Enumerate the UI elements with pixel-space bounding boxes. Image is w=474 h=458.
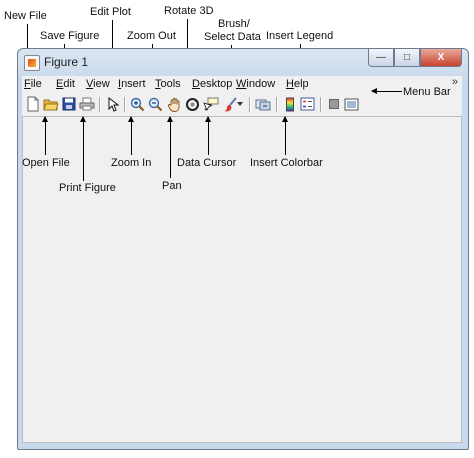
figure-toolbar — [22, 94, 462, 117]
menu-window[interactable]: Window — [236, 78, 275, 90]
insert-legend-button[interactable] — [299, 96, 315, 112]
link-plot-button[interactable] — [255, 96, 271, 112]
legend-icon — [300, 97, 314, 111]
arrow-pan — [167, 116, 173, 178]
menu-tools[interactable]: Tools — [155, 78, 181, 90]
print-figure-button[interactable] — [79, 96, 95, 112]
colorbar-icon — [286, 97, 294, 111]
link-plot-icon — [255, 99, 271, 110]
toolbar-separator — [320, 97, 321, 112]
menu-edit[interactable]: Edit — [56, 78, 75, 90]
label-rotate-3d: Rotate 3D — [164, 5, 214, 17]
label-pan: Pan — [162, 180, 182, 192]
rotate-icon — [185, 97, 199, 111]
pan-button[interactable] — [166, 96, 182, 112]
toolbar-separator — [249, 97, 250, 112]
show-plot-tools-button[interactable] — [343, 96, 359, 112]
minimize-button[interactable]: — — [368, 49, 394, 67]
label-zoom-in: Zoom In — [111, 157, 152, 169]
menu-view[interactable]: View — [86, 78, 110, 90]
label-print-figure: Print Figure — [59, 182, 116, 194]
edit-plot-button[interactable] — [105, 96, 121, 112]
toolbar-separator — [124, 97, 125, 112]
label-new-file: New File — [4, 10, 47, 22]
label-brush-1: Brush/ — [218, 18, 250, 30]
pointer-arrow-icon — [108, 96, 119, 112]
toolbar-separator — [99, 97, 100, 112]
new-file-button[interactable] — [25, 96, 41, 112]
figure-window: Figure 1 — □ X File Edit View Insert Too… — [17, 48, 469, 450]
maximize-button[interactable]: □ — [394, 49, 420, 67]
zoom-in-button[interactable] — [129, 96, 145, 112]
zoom-out-icon — [148, 97, 162, 111]
matlab-figure-icon — [24, 55, 40, 71]
zoom-in-icon — [130, 97, 144, 111]
label-insert-colorbar: Insert Colorbar — [250, 157, 323, 169]
label-menu-bar: Menu Bar — [403, 86, 451, 98]
label-save-figure: Save Figure — [40, 30, 100, 42]
label-zoom-out: Zoom Out — [127, 30, 176, 42]
menu-desktop[interactable]: Desktop — [192, 78, 232, 90]
brush-dropdown-button[interactable] — [236, 96, 244, 112]
label-data-cursor: Data Cursor — [177, 157, 237, 169]
arrow-menu-bar — [371, 88, 402, 94]
arrow-open-file — [42, 116, 48, 155]
label-edit-plot: Edit Plot — [90, 6, 131, 18]
new-file-icon — [27, 96, 39, 112]
title-bar[interactable]: Figure 1 — □ X — [18, 49, 468, 75]
plot-tools-on-icon — [344, 98, 358, 110]
window-controls: — □ X — [368, 49, 462, 67]
arrow-data-cursor — [205, 116, 211, 155]
hide-plot-tools-button[interactable] — [326, 96, 342, 112]
arrow-print-figure — [80, 116, 86, 181]
menu-file[interactable]: File — [24, 78, 42, 90]
save-figure-button[interactable] — [61, 96, 77, 112]
plot-tools-off-icon — [329, 99, 339, 109]
data-cursor-button[interactable] — [203, 96, 219, 112]
dropdown-arrow-icon — [237, 102, 243, 106]
window-title: Figure 1 — [44, 55, 89, 69]
arrow-insert-colorbar — [282, 116, 288, 155]
menu-overflow-chevron[interactable]: » — [452, 76, 458, 88]
label-open-file: Open File — [22, 157, 70, 169]
data-cursor-icon — [203, 97, 219, 111]
open-file-button[interactable] — [43, 96, 59, 112]
toolbar-separator — [276, 97, 277, 112]
save-disk-icon — [62, 97, 76, 111]
label-insert-legend: Insert Legend — [266, 30, 334, 42]
figure-canvas[interactable] — [22, 116, 462, 443]
open-folder-icon — [43, 99, 59, 111]
printer-icon — [79, 97, 95, 111]
insert-colorbar-button[interactable] — [282, 96, 298, 112]
zoom-out-button[interactable] — [147, 96, 163, 112]
rotate-3d-button[interactable] — [184, 96, 200, 112]
arrow-zoom-in — [128, 116, 134, 155]
hand-icon — [167, 97, 179, 112]
label-brush-2: Select Data — [204, 31, 261, 43]
annotated-screenshot: New File Save Figure Edit Plot Zoom Out … — [0, 0, 474, 458]
close-button[interactable]: X — [420, 49, 462, 67]
menu-help[interactable]: Help — [286, 78, 309, 90]
menu-insert[interactable]: Insert — [118, 78, 146, 90]
